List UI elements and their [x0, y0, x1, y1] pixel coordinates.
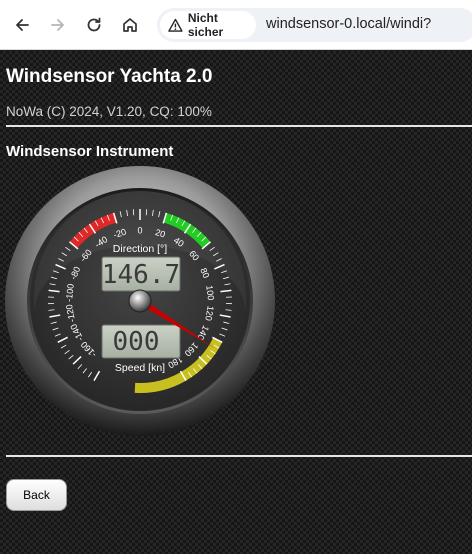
security-indicator[interactable]: Nicht sicher [160, 11, 256, 39]
direction-value: 146.7 [102, 260, 180, 290]
top-divider [6, 125, 472, 127]
speed-label: Speed [kn] [115, 362, 165, 374]
browser-toolbar: Nicht sicher windsensor-0.local/windi? [0, 0, 472, 50]
direction-label: Direction [°] [113, 243, 167, 255]
version-line: NoWa (C) 2024, V1.20, CQ: 100% [6, 104, 212, 119]
reload-icon[interactable] [78, 9, 110, 41]
pointer-hub [128, 289, 152, 313]
tick-label: 0 [137, 225, 142, 235]
forward-arrow-icon[interactable] [42, 9, 74, 41]
tick-label: -100 [64, 283, 76, 302]
page-content: Windsensor Yachta 2.0 NoWa (C) 2024, V1.… [0, 51, 472, 554]
back-button[interactable]: Back [6, 479, 67, 511]
address-bar[interactable]: Nicht sicher windsensor-0.local/windi? [157, 8, 472, 42]
bottom-divider [6, 455, 472, 457]
speed-value: 000 [113, 327, 160, 357]
warning-triangle-icon [168, 18, 183, 32]
tick-label: 100 [204, 285, 216, 301]
home-icon[interactable] [114, 9, 146, 41]
page-title: Windsensor Yachta 2.0 [6, 66, 213, 87]
back-arrow-icon[interactable] [6, 9, 38, 41]
wind-gauge: -160-140-120-100-80-60-40-20 0 20406080100… [5, 166, 275, 436]
instrument-title: Windsensor Instrument [6, 143, 174, 160]
url-text[interactable]: windsensor-0.local/windi? [266, 16, 431, 32]
security-label: Nicht sicher [187, 11, 224, 39]
